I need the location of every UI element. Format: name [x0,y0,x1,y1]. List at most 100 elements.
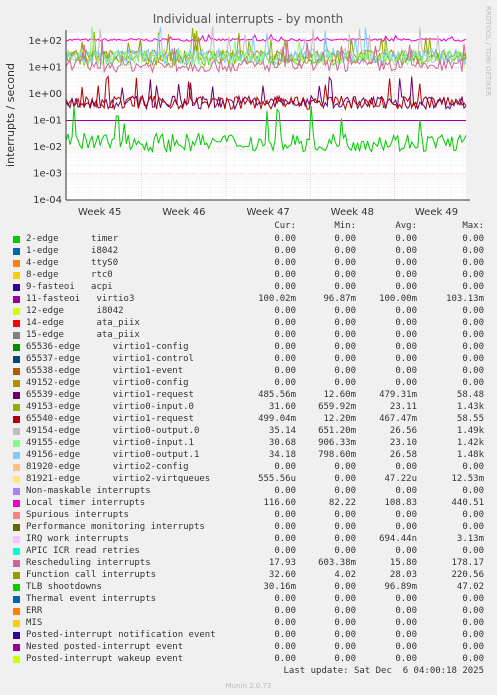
legend-row: Performance monitoring interrupts 0.00 0.0… [0,521,497,533]
legend-label: TLB shootdowns [26,582,102,592]
legend-max-value: 220.56 [451,570,484,580]
legend-label: APIC ICR read retries [26,546,140,556]
legend-swatch [13,464,20,471]
legend-swatch [13,620,20,627]
legend-swatch [13,488,20,495]
legend-label: 15-edge ata_piix [26,330,140,340]
legend-avg-value: 0.00 [395,270,417,280]
legend-avg-value: 0.00 [395,618,417,628]
legend-swatch [13,332,20,339]
legend-swatch [13,596,20,603]
legend-max-value: 0.00 [462,354,484,364]
x-tick-label: Week 48 [331,207,374,218]
legend-label: 14-edge ata_piix [26,318,140,328]
legend-swatch [13,236,20,243]
x-tick-label: Week 49 [415,207,458,218]
legend-row: 11-fasteoi virtio3 100.02m 96.87m 100.00m 10… [0,293,497,305]
legend-avg-value: 0.00 [395,462,417,472]
legend-swatch [13,452,20,459]
y-tick-label: 1e-01 [33,115,62,126]
legend-swatch [13,548,20,555]
legend-row: 81921-edge virtio2-virtqueues 555.56u 0.00… [0,473,497,485]
legend-min-value: 82.22 [328,498,356,508]
legend-max-value: 0.00 [462,342,484,352]
legend-avg-value: 47.22u [384,474,417,484]
legend-min-value: 0.00 [334,354,356,364]
legend-avg-value: 15.80 [389,558,417,568]
legend-min-value: 0.00 [334,654,356,664]
legend-label: Spurious interrupts [26,510,129,520]
legend-swatch [13,392,20,399]
legend-avg-value: 28.03 [389,570,417,580]
legend-row: 9-fasteoi acpi 0.00 0.00 0.00 0.00 [0,281,497,293]
legend-label: Rescheduling interrupts [26,558,151,568]
legend-max-value: 58.55 [456,414,484,424]
legend-min-value: 0.00 [334,546,356,556]
legend-avg-value: 0.00 [395,354,417,364]
legend-label: 12-edge i8042 [26,306,124,316]
legend-label: 81920-edge virtio2-config [26,462,189,472]
legend-max-value: 0.00 [462,270,484,280]
legend-row: 12-edge i8042 0.00 0.00 0.00 0.00 [0,305,497,317]
y-axis-label: interrupts / second [4,63,17,167]
legend-min-value: 0.00 [334,642,356,652]
legend-avg-value: 0.00 [395,546,417,556]
legend-label: 4-edge ttyS0 [26,258,119,268]
legend-row: 4-edge ttyS0 0.00 0.00 0.00 0.00 [0,257,497,269]
y-tick-label: 1e-04 [33,195,62,206]
legend-max-value: 0.00 [462,654,484,664]
legend-label: MIS [26,618,43,628]
legend-row: Thermal event interrupts 0.00 0.00 0.00 0.00 [0,593,497,605]
legend-max-value: 0.00 [462,618,484,628]
legend-avg-value: 0.00 [395,342,417,352]
legend-min-value: 651.20m [318,426,356,436]
legend-min-value: 0.00 [334,378,356,388]
legend-min-value: 906.33m [318,438,356,448]
legend-min-value: 0.00 [334,246,356,256]
legend-swatch [13,356,20,363]
legend-swatch [13,272,20,279]
header-min: Min: [334,221,356,231]
legend-max-value: 0.00 [462,234,484,244]
legend-swatch [13,584,20,591]
legend-min-value: 798.60m [318,450,356,460]
legend-avg-value: 0.00 [395,642,417,652]
legend-swatch [13,572,20,579]
legend-label: 11-fasteoi virtio3 [26,294,135,304]
legend-swatch [13,404,20,411]
header-avg: Avg: [395,221,417,231]
legend-avg-value: 23.11 [389,402,417,412]
legend-label: 65537-edge virtio1-control [26,354,194,364]
legend-swatch [13,560,20,567]
legend-avg-value: 694.44n [379,534,417,544]
legend-max-value: 0.00 [462,522,484,532]
last-update: Last update: Sat Dec 6 04:00:18 2025 [283,666,484,676]
legend-swatch [13,632,20,639]
legend-row: 49156-edge virtio0-output.1 34.18 798.60m 2… [0,449,497,461]
legend-min-value: 0.00 [334,474,356,484]
legend-min-value: 0.00 [334,462,356,472]
y-tick-label: 1e-03 [33,168,62,179]
legend-avg-value: 0.00 [395,258,417,268]
legend-swatch [13,296,20,303]
legend-min-value: 0.00 [334,234,356,244]
legend-label: Local timer interrupts [26,498,146,508]
legend-row: 1-edge i8042 0.00 0.00 0.00 0.00 [0,245,497,257]
legend-row: 65539-edge virtio1-request 485.56m 12.60m 4… [0,389,497,401]
legend-max-value: 0.00 [462,306,484,316]
legend-label: Posted-interrupt wakeup event [26,654,184,664]
legend-avg-value: 0.00 [395,594,417,604]
legend-label: 49152-edge virtio0-config [26,378,189,388]
legend-max-value: 0.00 [462,630,484,640]
y-tick-label: 1e+01 [28,62,62,73]
legend-avg-value: 108.83 [384,498,417,508]
legend-avg-value: 0.00 [395,606,417,616]
legend-min-value: 0.00 [334,270,356,280]
legend-max-value: 0.00 [462,378,484,388]
legend-min-value: 0.00 [334,594,356,604]
legend-max-value: 12.53m [451,474,484,484]
legend-max-value: 0.00 [462,486,484,496]
legend-avg-value: 0.00 [395,654,417,664]
legend-avg-value: 23.10 [389,438,417,448]
legend-max-value: 0.00 [462,318,484,328]
